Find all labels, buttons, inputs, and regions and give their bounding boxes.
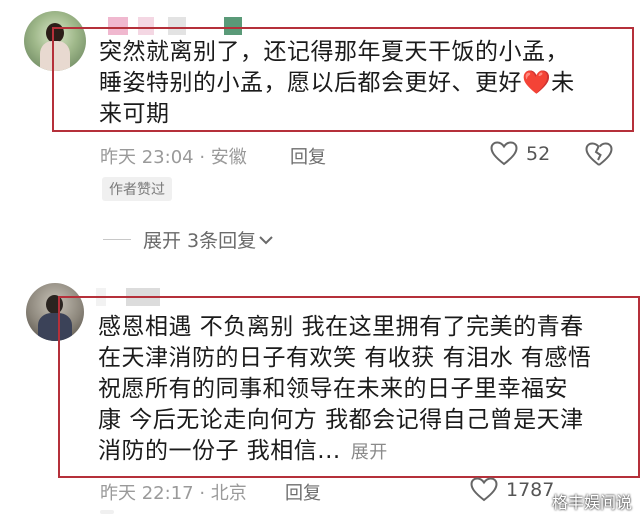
like-button[interactable]: 52 [490, 141, 550, 166]
dislike-broken-heart-icon[interactable] [585, 142, 613, 167]
comment-line: 感恩相遇 不负离别 我在这里拥有了完美的青春 [98, 314, 584, 340]
like-count: 52 [526, 142, 551, 165]
expand-replies[interactable]: 展开 3条回复 [103, 226, 274, 253]
watermark: 格丰娱间说 [551, 493, 632, 512]
comment-line: 在天津消防的日子有欢笑 有收获 有泪水 有感悟 [98, 345, 592, 371]
divider [103, 239, 131, 240]
chevron-down-icon [259, 235, 273, 244]
expand-text-link[interactable]: 展开 [351, 442, 388, 463]
comment-line: 消防的一份子 我相信... [98, 438, 341, 464]
comment-line: 康 今后无论走向何方 我都会记得自己曾是天津 [98, 407, 584, 433]
comment-time-location: 昨天 22:17 · 北京 [100, 483, 247, 504]
heart-icon [490, 141, 518, 166]
like-button[interactable]: 1787 [470, 477, 554, 502]
comment-line: 来可期 [99, 101, 170, 127]
author-liked-tag-partial [100, 510, 114, 514]
expand-replies-label: 展开 3条回复 [143, 230, 257, 252]
heart-icon [470, 477, 498, 502]
comment-line: 突然就离别了，还记得那年夏天干饭的小孟， [99, 39, 569, 65]
comment-line: 祝愿所有的同事和领导在未来的日子里幸福安 [98, 376, 568, 402]
reply-button[interactable]: 回复 [290, 143, 326, 169]
reply-button[interactable]: 回复 [285, 479, 321, 505]
like-count: 1787 [506, 478, 555, 501]
heart-emoji-icon: ❤️ [522, 70, 552, 96]
comment-text: 感恩相遇 不负离别 我在这里拥有了完美的青春 在天津消防的日子有欢笑 有收获 有… [58, 296, 640, 478]
comment-text: 突然就离别了，还记得那年夏天干饭的小孟， 睡姿特别的小孟，愿以后都会更好、更好❤… [52, 27, 634, 132]
author-liked-tag: 作者赞过 [102, 177, 172, 201]
comment-time-location: 昨天 23:04 · 安徽 [100, 147, 247, 168]
comment-line: 睡姿特别的小孟，愿以后都会更好、更好 [99, 70, 522, 96]
comment-line-tail: 未 [551, 70, 575, 96]
